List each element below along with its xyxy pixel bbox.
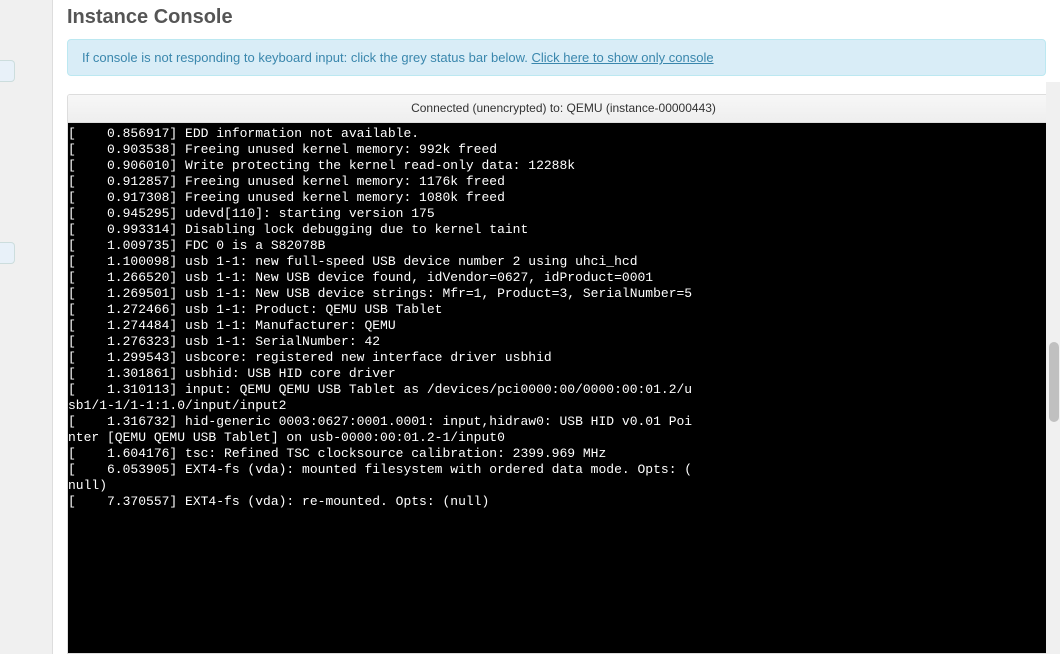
terminal-line: [ 1.604176] tsc: Refined TSC clocksource…: [68, 446, 1059, 462]
info-alert: If console is not responding to keyboard…: [67, 39, 1046, 76]
vnc-status-bar[interactable]: Connected (unencrypted) to: QEMU (instan…: [68, 95, 1059, 123]
show-only-console-link[interactable]: Click here to show only console: [531, 50, 713, 65]
terminal-line: [ 1.276323] usb 1-1: SerialNumber: 42: [68, 334, 1059, 350]
terminal-line: [ 0.856917] EDD information not availabl…: [68, 126, 1059, 142]
sidebar-tab-1[interactable]: [0, 60, 15, 82]
terminal-line: [ 1.310113] input: QEMU QEMU USB Tablet …: [68, 382, 1059, 398]
terminal-line: [ 1.274484] usb 1-1: Manufacturer: QEMU: [68, 318, 1059, 334]
terminal-line: nter [QEMU QEMU USB Tablet] on usb-0000:…: [68, 430, 1059, 446]
terminal-line: [ 1.299543] usbcore: registered new inte…: [68, 350, 1059, 366]
terminal-line: [ 0.993314] Disabling lock debugging due…: [68, 222, 1059, 238]
console-frame: Connected (unencrypted) to: QEMU (instan…: [67, 94, 1060, 654]
terminal-line: [ 1.272466] usb 1-1: Product: QEMU USB T…: [68, 302, 1059, 318]
scrollbar-track[interactable]: [1046, 82, 1060, 654]
terminal-line: sb1/1-1/1-1:1.0/input/input2: [68, 398, 1059, 414]
terminal-line: [ 1.100098] usb 1-1: new full-speed USB …: [68, 254, 1059, 270]
terminal-output[interactable]: [ 0.856917] EDD information not availabl…: [68, 123, 1059, 653]
terminal-line: [ 7.370557] EXT4-fs (vda): re-mounted. O…: [68, 494, 1059, 510]
terminal-line: [ 1.316732] hid-generic 0003:0627:0001.0…: [68, 414, 1059, 430]
terminal-line: [ 1.301861] usbhid: USB HID core driver: [68, 366, 1059, 382]
alert-text: If console is not responding to keyboard…: [82, 50, 531, 65]
terminal-line: [ 0.912857] Freeing unused kernel memory…: [68, 174, 1059, 190]
main-content: Instance Console If console is not respo…: [52, 0, 1060, 654]
terminal-line: [ 0.945295] udevd[110]: starting version…: [68, 206, 1059, 222]
sidebar-col: [0, 0, 52, 654]
sidebar-tab-2[interactable]: [0, 242, 15, 264]
page-title: Instance Console: [67, 6, 1060, 29]
terminal-line: [ 6.053905] EXT4-fs (vda): mounted files…: [68, 462, 1059, 478]
terminal-line: [ 1.266520] usb 1-1: New USB device foun…: [68, 270, 1059, 286]
page-wrap: Instance Console If console is not respo…: [0, 0, 1060, 654]
terminal-line: [ 0.917308] Freeing unused kernel memory…: [68, 190, 1059, 206]
terminal-line: [ 0.906010] Write protecting the kernel …: [68, 158, 1059, 174]
terminal-line: [ 1.009735] FDC 0 is a S82078B: [68, 238, 1059, 254]
terminal-line: [ 0.903538] Freeing unused kernel memory…: [68, 142, 1059, 158]
status-bar-text: Connected (unencrypted) to: QEMU (instan…: [411, 101, 716, 115]
terminal-line: [ 1.269501] usb 1-1: New USB device stri…: [68, 286, 1059, 302]
terminal-line: null): [68, 478, 1059, 494]
scrollbar-thumb[interactable]: [1049, 342, 1059, 422]
